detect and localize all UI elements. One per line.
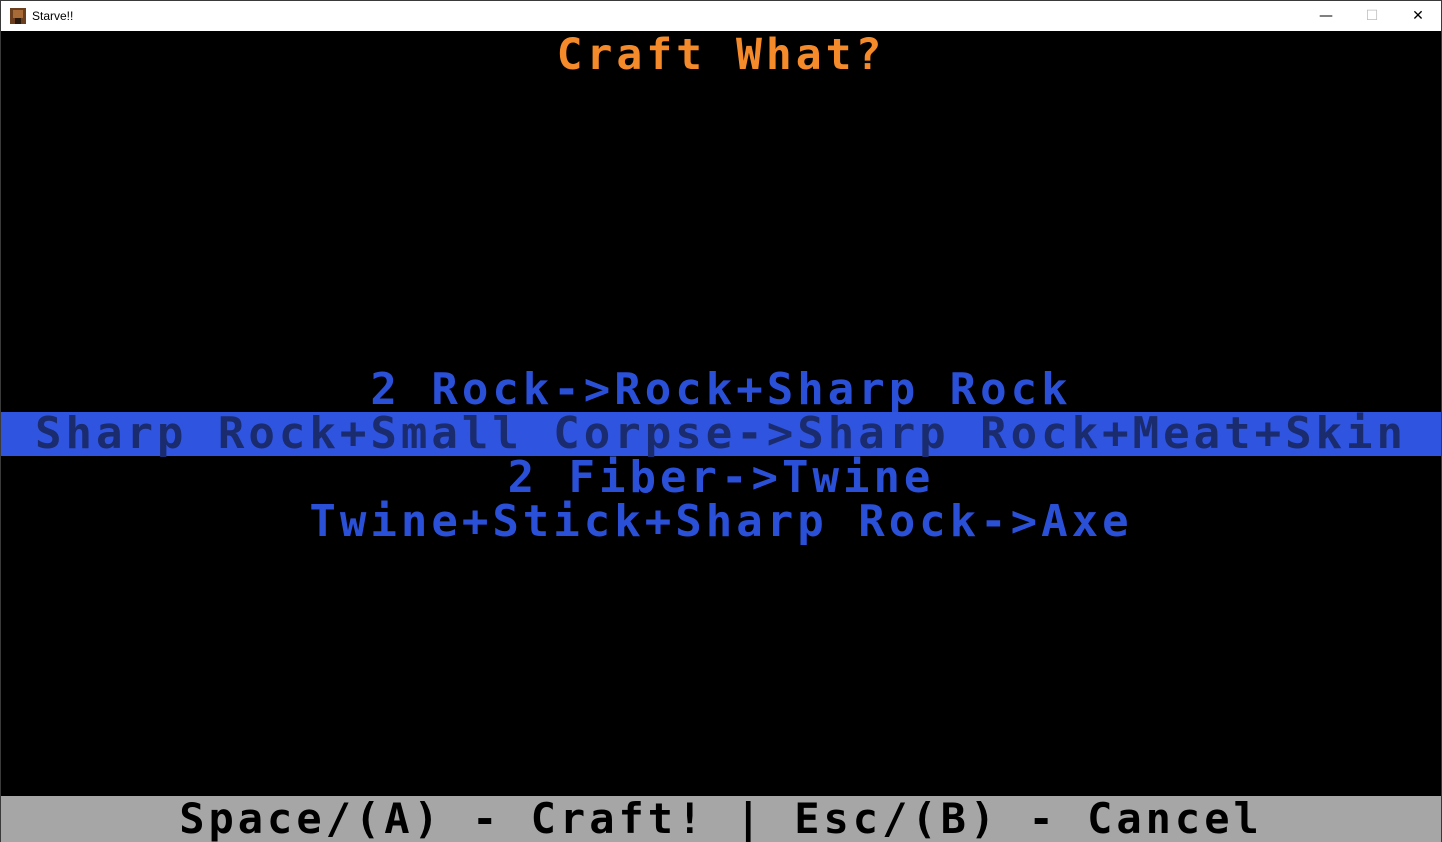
close-button[interactable]: ✕ <box>1395 1 1441 31</box>
minimize-button[interactable]: — <box>1303 1 1349 31</box>
recipe-option[interactable]: 2 Fiber->Twine <box>1 456 1441 500</box>
controls-hint-bar: Space/(A) - Craft! | Esc/(B) - Cancel <box>1 796 1441 842</box>
app-icon <box>10 8 26 24</box>
game-window: Starve!! — ☐ ✕ Craft What? 2 Rock->Rock+… <box>0 0 1442 842</box>
recipe-list: 2 Rock->Rock+Sharp Rock Sharp Rock+Small… <box>1 368 1441 544</box>
game-canvas: Craft What? 2 Rock->Rock+Sharp Rock Shar… <box>1 31 1441 842</box>
controls-hint: Space/(A) - Craft! | Esc/(B) - Cancel <box>179 794 1263 842</box>
window-title: Starve!! <box>32 9 74 23</box>
recipe-option[interactable]: 2 Rock->Rock+Sharp Rock <box>1 368 1441 412</box>
menu-title: Craft What? <box>556 30 886 80</box>
recipe-option-selected[interactable]: Sharp Rock+Small Corpse->Sharp Rock+Meat… <box>1 412 1441 456</box>
recipe-option[interactable]: Twine+Stick+Sharp Rock->Axe <box>1 500 1441 544</box>
title-bar[interactable]: Starve!! — ☐ ✕ <box>1 1 1441 31</box>
maximize-button[interactable]: ☐ <box>1349 1 1395 31</box>
